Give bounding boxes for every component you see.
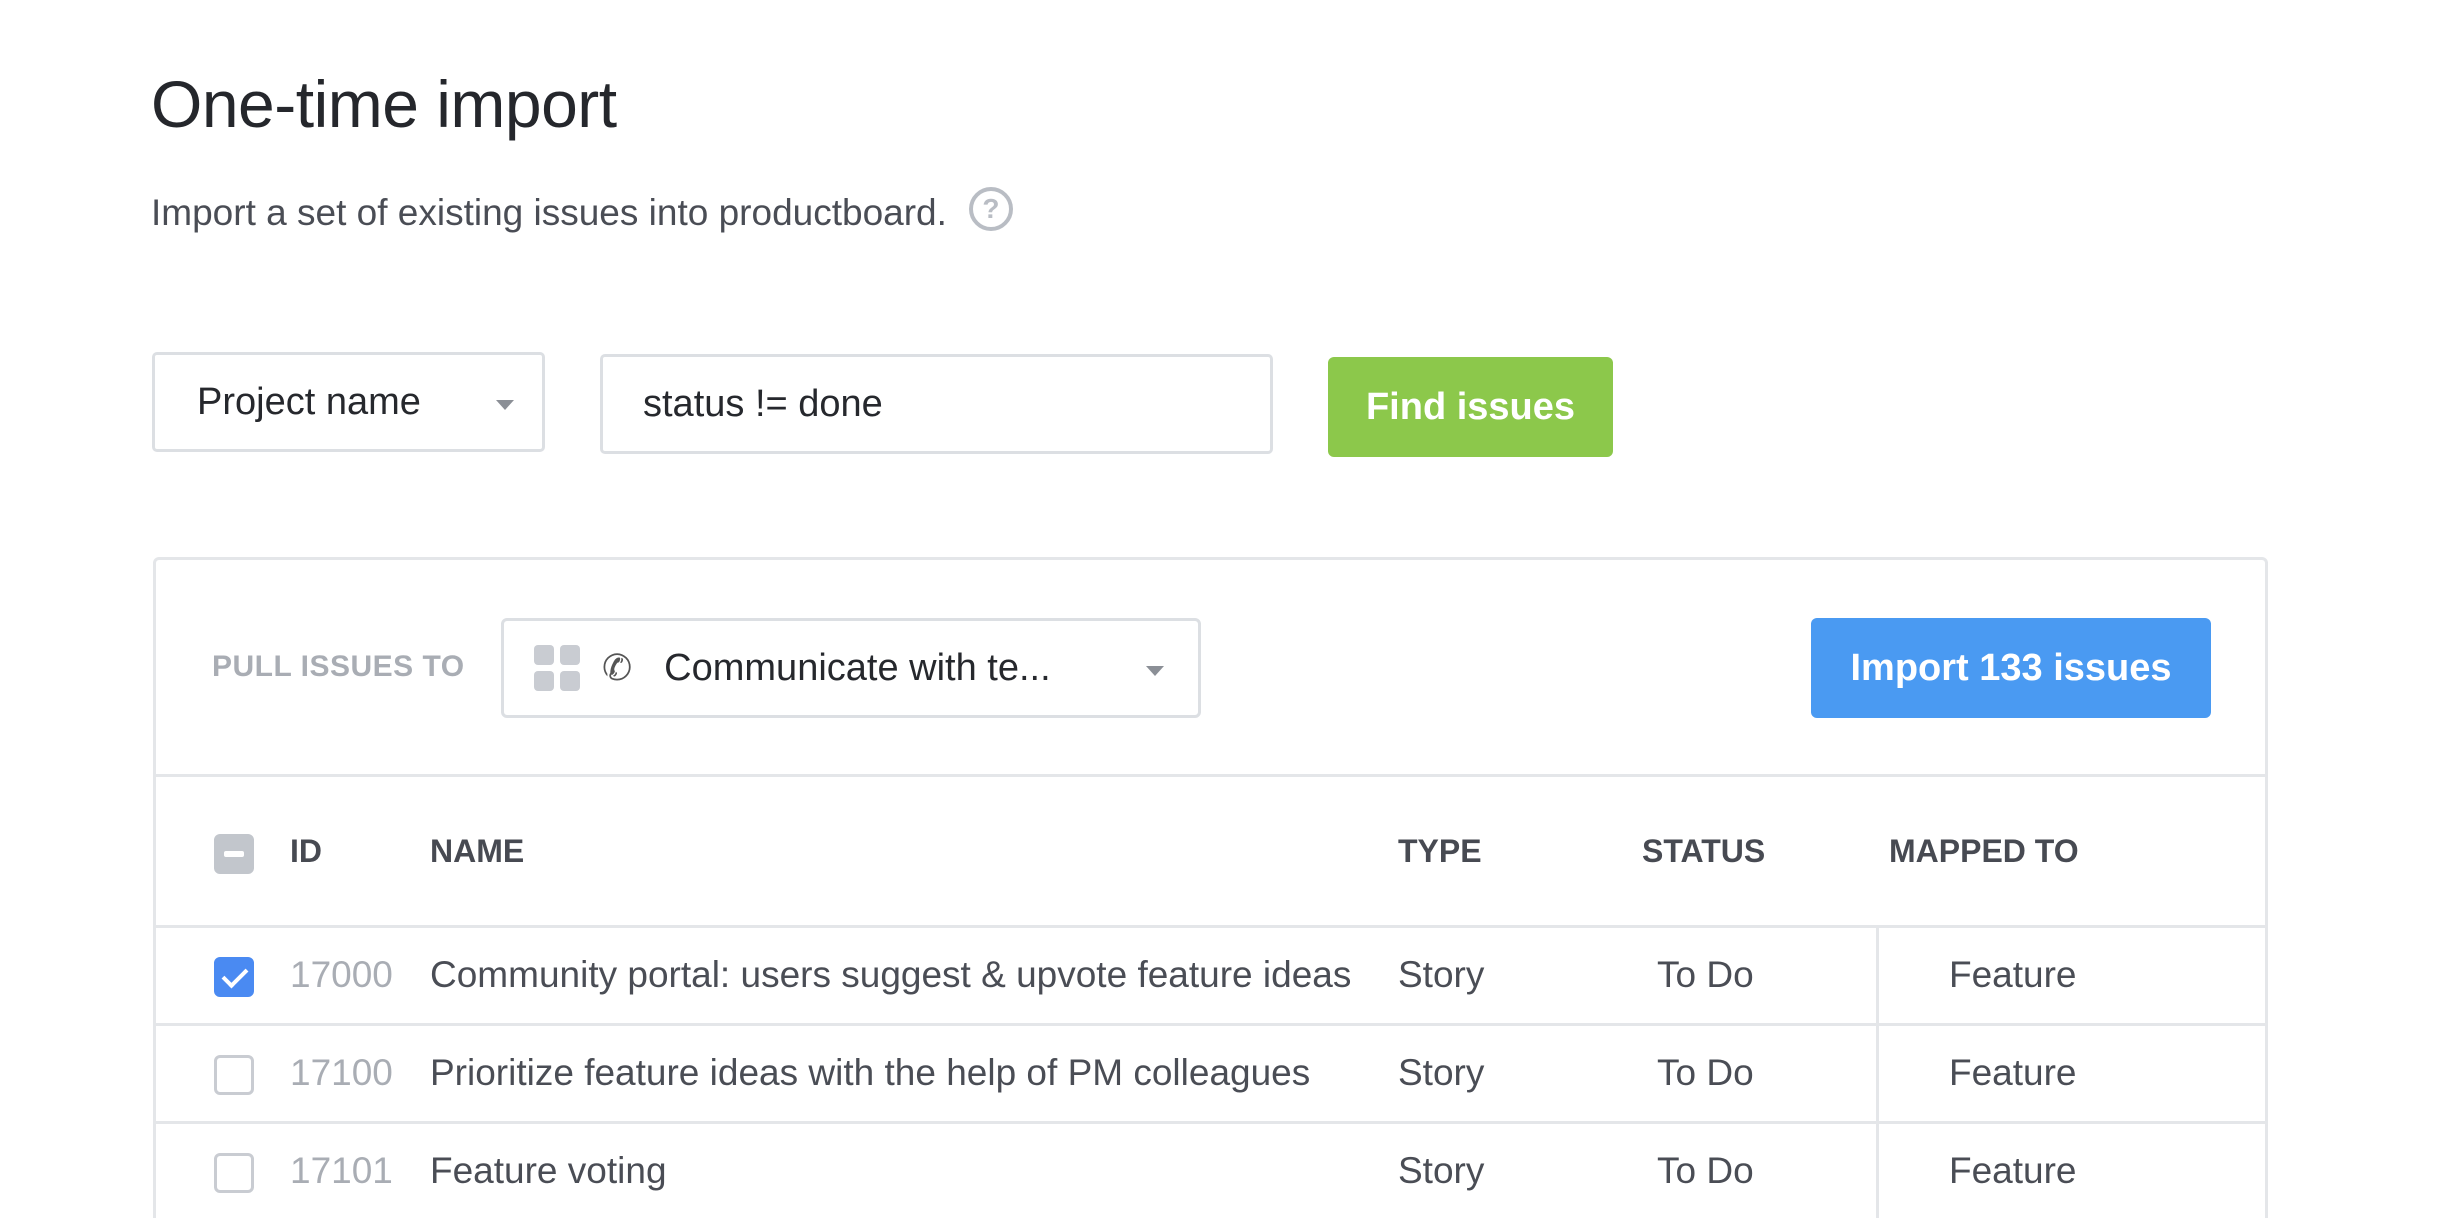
- phone-icon: ✆: [602, 648, 632, 689]
- row-name: Feature voting: [430, 1150, 667, 1192]
- row-type: Story: [1398, 1052, 1484, 1094]
- board-select-label: Communicate with te...: [664, 647, 1050, 690]
- column-header-name[interactable]: NAME: [430, 833, 524, 870]
- chevron-down-icon: [1146, 666, 1164, 676]
- query-input[interactable]: [600, 354, 1273, 454]
- row-status: To Do: [1657, 954, 1754, 996]
- table-row[interactable]: 17101 Feature voting Story To Do Feature: [156, 1124, 2265, 1218]
- project-select[interactable]: Project name: [152, 352, 545, 452]
- project-select-label: Project name: [197, 381, 421, 424]
- row-type: Story: [1398, 1150, 1484, 1192]
- mapped-to-divider: [1876, 1124, 1879, 1218]
- row-id: 17100: [290, 1052, 393, 1094]
- pull-issues-label: PULL ISSUES TO: [212, 650, 465, 684]
- row-mapped-to[interactable]: Feature: [1949, 1052, 2077, 1094]
- table-row[interactable]: 17000 Community portal: users suggest & …: [156, 928, 2265, 1026]
- row-id: 17000: [290, 954, 393, 996]
- column-header-status[interactable]: STATUS: [1642, 833, 1765, 870]
- one-time-import-page: One-time import Import a set of existing…: [0, 0, 2442, 1218]
- row-type: Story: [1398, 954, 1484, 996]
- import-issues-button[interactable]: Import 133 issues: [1811, 618, 2211, 718]
- select-all-checkbox[interactable]: [214, 834, 254, 874]
- row-mapped-to[interactable]: Feature: [1949, 954, 2077, 996]
- board-select[interactable]: ✆ Communicate with te...: [501, 618, 1201, 718]
- page-subtitle: Import a set of existing issues into pro…: [151, 192, 1013, 234]
- question-circle-icon[interactable]: ?: [969, 187, 1013, 231]
- row-checkbox[interactable]: [214, 1055, 254, 1095]
- chevron-down-icon: [496, 400, 514, 410]
- column-header-id[interactable]: ID: [290, 833, 322, 870]
- row-name: Community portal: users suggest & upvote…: [430, 954, 1351, 996]
- column-header-mapped-to[interactable]: MAPPED TO: [1889, 833, 2079, 870]
- row-status: To Do: [1657, 1052, 1754, 1094]
- column-header-type[interactable]: TYPE: [1398, 833, 1482, 870]
- find-issues-button[interactable]: Find issues: [1328, 357, 1613, 457]
- mapped-to-divider: [1876, 928, 1879, 1023]
- row-id: 17101: [290, 1150, 393, 1192]
- row-checkbox[interactable]: [214, 957, 254, 997]
- row-checkbox[interactable]: [214, 1153, 254, 1193]
- row-status: To Do: [1657, 1150, 1754, 1192]
- table-row[interactable]: 17100 Prioritize feature ideas with the …: [156, 1026, 2265, 1124]
- import-panel: PULL ISSUES TO ✆ Communicate with te... …: [153, 557, 2268, 1218]
- subtitle-text: Import a set of existing issues into pro…: [151, 192, 947, 234]
- row-name: Prioritize feature ideas with the help o…: [430, 1052, 1310, 1094]
- mapped-to-divider: [1876, 1026, 1879, 1121]
- page-title: One-time import: [151, 66, 617, 142]
- table-header: ID NAME TYPE STATUS MAPPED TO: [156, 774, 2265, 928]
- grid-icon: [534, 645, 580, 691]
- row-mapped-to[interactable]: Feature: [1949, 1150, 2077, 1192]
